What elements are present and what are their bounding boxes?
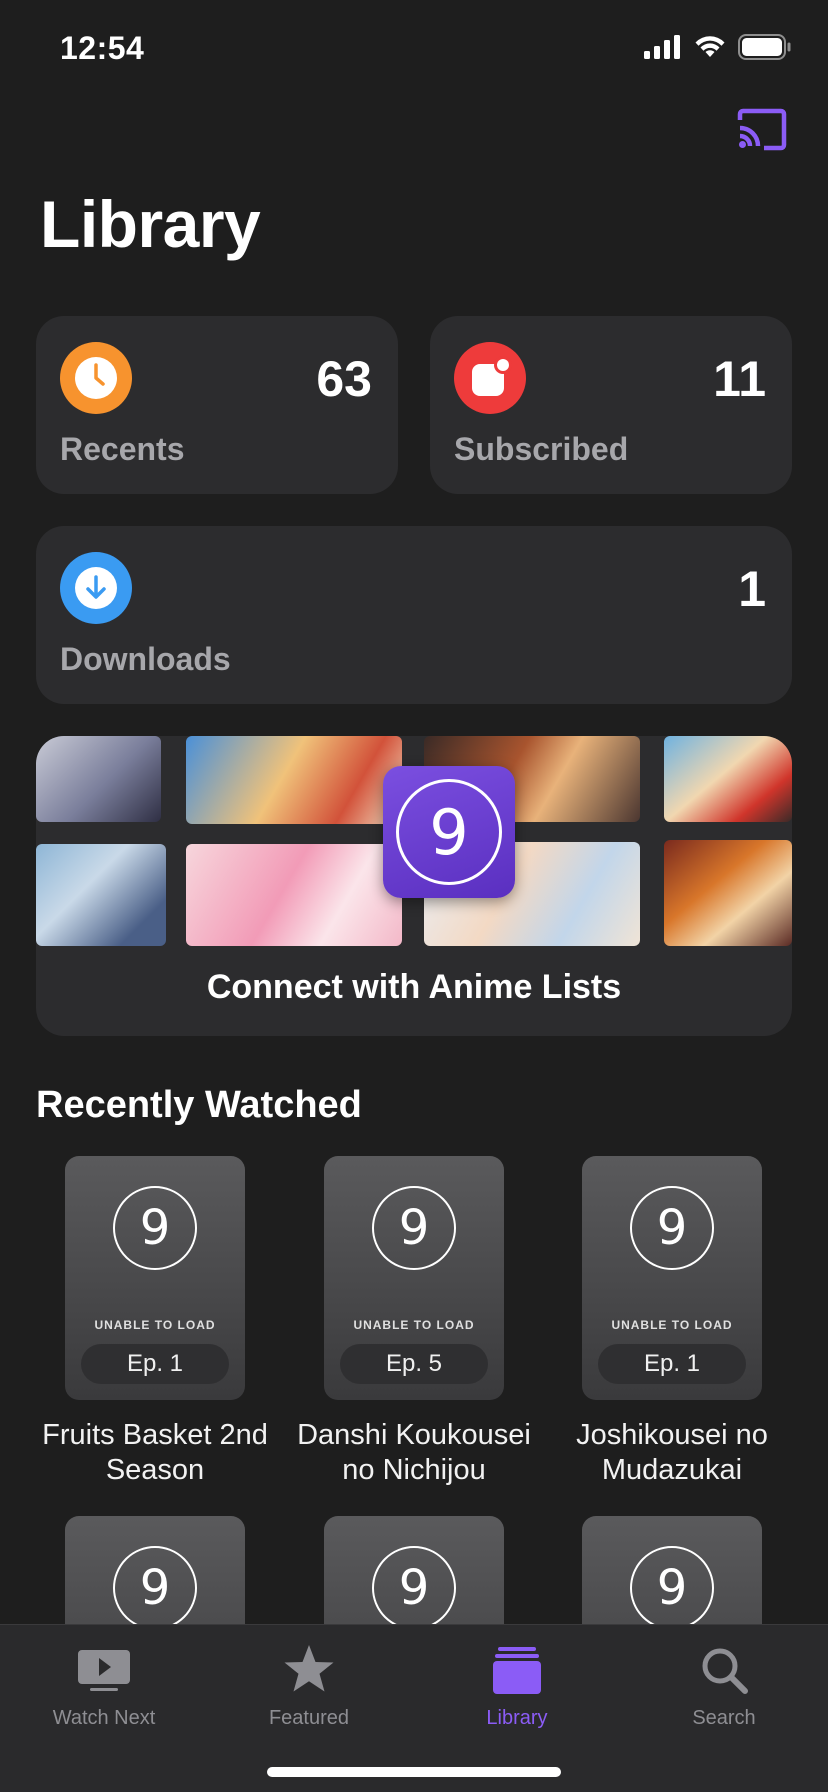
clock-icon bbox=[60, 342, 132, 414]
recents-count: 63 bbox=[316, 351, 372, 407]
cast-icon bbox=[737, 108, 787, 151]
app-logo: 9 bbox=[383, 766, 515, 898]
wifi-icon bbox=[695, 36, 725, 57]
list-item[interactable]: 9 bbox=[552, 1516, 792, 1760]
tab-featured[interactable]: Featured bbox=[229, 1639, 389, 1730]
search-icon bbox=[644, 1639, 804, 1701]
poster-placeholder: 9 UNABLE TO LOAD ARTWORK Ep. 1 bbox=[65, 1156, 245, 1400]
recents-label: Recents bbox=[60, 431, 185, 467]
status-icons bbox=[644, 34, 792, 60]
tab-label: Featured bbox=[268, 1707, 350, 1729]
downloads-count: 1 bbox=[738, 561, 766, 617]
artwork-thumbnail bbox=[186, 844, 402, 946]
tab-library[interactable]: Library bbox=[437, 1639, 597, 1730]
list-item[interactable]: 9 UNABLE TO LOAD ARTWORK Ep. 1 Fruits Ba… bbox=[35, 1156, 275, 1486]
unable-to-load-artwork-text: UNABLE TO LOAD ARTWORK bbox=[611, 1318, 733, 1334]
show-title: Joshikousei no Mudazukai bbox=[576, 1419, 768, 1486]
artwork-thumbnail bbox=[36, 844, 166, 946]
library-stack-icon bbox=[437, 1639, 597, 1701]
play-screen-icon bbox=[24, 1639, 184, 1701]
list-item[interactable]: 9 UNABLE TO LOAD ARTWORK Ep. 5 Danshi Ko… bbox=[294, 1156, 534, 1486]
app-logo: 9 bbox=[630, 1186, 714, 1270]
recents-card[interactable]: 63 Recents bbox=[36, 316, 398, 494]
poster-placeholder: 9 UNABLE TO LOAD ARTWORK Ep. 5 bbox=[324, 1156, 504, 1400]
show-title: Danshi Koukousei no Nichijou bbox=[297, 1419, 531, 1486]
episode-badge: Ep. 1 bbox=[598, 1344, 746, 1384]
download-icon bbox=[60, 552, 132, 624]
artwork-thumbnail bbox=[664, 736, 792, 822]
recently-watched-title: Recently Watched bbox=[36, 1084, 362, 1126]
app-logo: 9 bbox=[113, 1546, 197, 1630]
list-item[interactable]: 9 UNABLE TO LOAD ARTWORK Ep. 1 Joshikous… bbox=[552, 1156, 792, 1486]
unable-to-load-artwork-text: UNABLE TO LOAD ARTWORK bbox=[353, 1318, 475, 1334]
star-icon bbox=[229, 1639, 389, 1701]
tab-watch-next[interactable]: Watch Next bbox=[24, 1639, 184, 1730]
artwork-thumbnail bbox=[664, 840, 792, 946]
tab-label: Search bbox=[692, 1707, 756, 1729]
episode-badge: Ep. 5 bbox=[340, 1344, 488, 1384]
subscribed-card[interactable]: 11 Subscribed bbox=[430, 316, 792, 494]
downloads-label: Downloads bbox=[60, 641, 231, 677]
status-time: 12:54 bbox=[60, 30, 145, 66]
unable-to-load-artwork-text: UNABLE TO LOAD ARTWORK bbox=[94, 1318, 216, 1334]
subscribed-count: 11 bbox=[713, 351, 766, 407]
tab-bar: Watch Next Featured Library Search bbox=[0, 1624, 828, 1792]
status-bar: 12:54 bbox=[0, 0, 828, 100]
list-item[interactable]: 9 bbox=[35, 1516, 275, 1760]
downloads-card[interactable]: 1 Downloads bbox=[36, 526, 792, 704]
connect-anime-lists-card[interactable]: 9 Connect with Anime Lists bbox=[36, 736, 792, 1036]
cellular-signal-icon bbox=[644, 35, 680, 59]
artwork-thumbnail bbox=[186, 736, 402, 824]
page-title: Library bbox=[40, 187, 261, 261]
episode-badge: Ep. 1 bbox=[81, 1344, 229, 1384]
app-logo: 9 bbox=[372, 1186, 456, 1270]
cast-button[interactable] bbox=[736, 108, 788, 152]
artwork-thumbnail bbox=[36, 736, 161, 822]
app-logo: 9 bbox=[113, 1186, 197, 1270]
app-logo: 9 bbox=[630, 1546, 714, 1630]
list-item[interactable]: 9 bbox=[294, 1516, 534, 1760]
tab-search[interactable]: Search bbox=[644, 1639, 804, 1730]
home-indicator[interactable] bbox=[267, 1767, 561, 1777]
subscribed-label: Subscribed bbox=[454, 431, 629, 467]
battery-icon bbox=[738, 34, 791, 60]
tab-label: Watch Next bbox=[52, 1707, 156, 1729]
show-title: Fruits Basket 2nd Season bbox=[42, 1419, 268, 1486]
tab-label: Library bbox=[486, 1707, 548, 1729]
poster-placeholder: 9 UNABLE TO LOAD ARTWORK Ep. 1 bbox=[582, 1156, 762, 1400]
app-logo: 9 bbox=[372, 1546, 456, 1630]
connect-anime-lists-label: Connect with Anime Lists bbox=[206, 968, 622, 1006]
notification-badge-icon bbox=[454, 342, 526, 414]
